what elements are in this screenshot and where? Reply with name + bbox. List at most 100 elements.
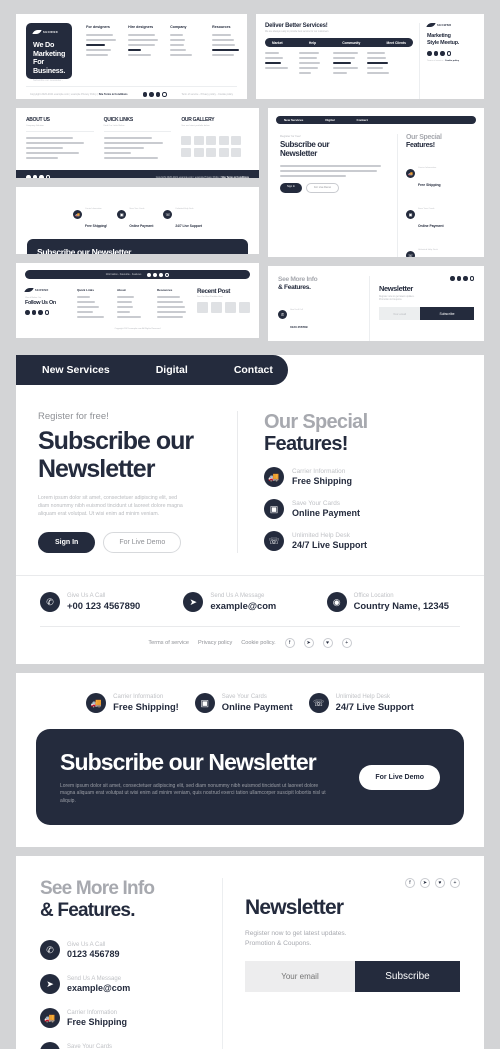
nav-item[interactable]: Digital <box>325 118 334 122</box>
main-nav-pill[interactable]: New Services Digital Contact <box>16 355 288 385</box>
thumbnail-mega-footer[interactable]: SEOWND We Do Marketing For Business. Subs… <box>16 14 247 99</box>
gallery-thumb[interactable] <box>181 147 192 157</box>
gallery-thumb[interactable] <box>218 136 229 145</box>
th3-body: ABOUT US Company Solution QUICK LINKS Fi… <box>16 108 259 162</box>
social-dots[interactable] <box>147 272 170 277</box>
telegram-icon[interactable] <box>32 175 37 178</box>
footer-right: Term of service - Privacy policy - Cooki… <box>181 92 233 96</box>
nav-item[interactable]: Help <box>309 41 316 45</box>
nav-item-new-services[interactable]: New Services <box>42 364 110 376</box>
cookie-link[interactable]: Cookie policy. <box>241 640 275 646</box>
subscribe-button[interactable]: Subscribe <box>355 961 460 993</box>
nav-pill[interactable]: New Services Digital Contact <box>276 116 476 124</box>
thumbnail-follow-us[interactable]: Information - Favourite - Features SEOWN… <box>16 263 259 338</box>
nav-item[interactable]: New Services <box>284 118 303 122</box>
post-thumb[interactable] <box>211 302 222 313</box>
plus-icon[interactable] <box>44 310 49 315</box>
headset-icon: ☏ <box>308 693 329 713</box>
heart-icon[interactable] <box>159 272 164 277</box>
nav-item[interactable]: Contact <box>357 118 368 122</box>
thumbnail-newsletter-page[interactable]: New Services Digital Contact Register fo… <box>268 108 484 257</box>
terms-link[interactable]: Terms of service <box>148 640 189 646</box>
nav-item[interactable]: Community <box>342 41 360 45</box>
column-sub: Find Our Links Below <box>103 125 172 132</box>
gallery-thumb[interactable] <box>206 136 217 145</box>
social-dots[interactable] <box>379 276 474 281</box>
nav-item[interactable]: Meet Clients <box>387 41 406 45</box>
facebook-icon[interactable] <box>450 276 455 281</box>
gallery-thumb[interactable] <box>193 136 204 145</box>
gallery-thumb[interactable] <box>193 147 204 157</box>
facebook-icon[interactable]: f <box>405 878 415 889</box>
thumb2-foot: Terms of service - Cookie policy <box>427 59 460 62</box>
links-column: About <box>117 288 149 321</box>
feature-item: ▣ Save Your Cards Online Payment <box>406 196 472 232</box>
contact-item: ✆ Give Us A Call 0123 456789 <box>278 297 324 333</box>
feature-item-payment: ▣ Save Your Cards Online Payment <box>40 1042 133 1049</box>
nav-item-contact[interactable]: Contact <box>234 364 273 376</box>
social-dots[interactable] <box>427 51 476 56</box>
heart-icon[interactable] <box>440 51 445 56</box>
plus-icon[interactable] <box>469 276 474 281</box>
thumbnail-about-links[interactable]: ABOUT US Company Solution QUICK LINKS Fi… <box>16 108 259 178</box>
post-thumb[interactable] <box>197 302 208 313</box>
thumb2-nav[interactable]: Market Help Community Meet Clients <box>265 38 413 47</box>
privacy-link[interactable]: Privacy policy <box>198 640 232 646</box>
heart-icon[interactable]: ♥ <box>435 878 445 889</box>
thumbnail-deliver-services[interactable]: Deliver Better Services! We are always r… <box>256 14 484 99</box>
plus-icon[interactable] <box>165 272 170 277</box>
plus-icon[interactable] <box>162 92 167 97</box>
subscribe-button[interactable]: Subscribe <box>420 307 474 321</box>
email-input[interactable]: Your email <box>379 307 420 321</box>
gallery-thumb[interactable] <box>231 136 242 145</box>
heart-icon[interactable] <box>155 92 160 97</box>
sign-in-button[interactable]: Sign In <box>280 182 303 193</box>
truck-icon: 🚚 <box>40 1008 60 1029</box>
email-input[interactable] <box>245 961 355 993</box>
post-thumb[interactable] <box>239 302 250 313</box>
headset-icon: ☏ <box>264 531 284 551</box>
social-dots[interactable] <box>25 310 69 315</box>
live-demo-button[interactable]: For Live Demo <box>103 532 182 553</box>
gallery-thumb[interactable] <box>231 147 242 157</box>
heart-icon[interactable] <box>463 276 468 281</box>
heart-icon[interactable] <box>39 175 44 178</box>
telegram-icon[interactable] <box>31 310 36 315</box>
gallery-thumb[interactable] <box>181 136 192 145</box>
heart-icon[interactable] <box>38 310 43 315</box>
recent-thumbs <box>197 302 250 313</box>
social-dots[interactable] <box>26 175 50 178</box>
telegram-icon[interactable] <box>456 276 461 281</box>
plus-icon[interactable] <box>45 175 50 178</box>
telegram-icon[interactable] <box>433 51 438 56</box>
link-column: For designers <box>86 25 117 79</box>
nav-item[interactable]: Market <box>272 41 283 45</box>
social-dots[interactable] <box>142 92 167 97</box>
social-row[interactable]: f ➤ ♥ + <box>245 878 460 889</box>
nav-item-digital[interactable]: Digital <box>156 364 188 376</box>
plus-icon[interactable]: + <box>341 638 352 648</box>
telegram-icon[interactable] <box>149 92 154 97</box>
facebook-icon[interactable] <box>26 175 31 178</box>
facebook-icon[interactable] <box>25 310 30 315</box>
plus-icon[interactable] <box>446 51 451 56</box>
feature-item: 🚚 Carrier Information Free Shipping! <box>86 693 179 713</box>
live-demo-button[interactable]: For Live Demo <box>306 182 340 193</box>
thumbnail-subscribe-band[interactable]: 🚚 Carrier Information Free Shipping! ▣ Sa… <box>16 187 259 254</box>
heart-icon[interactable]: ♥ <box>322 638 333 648</box>
gallery-thumb[interactable] <box>218 147 229 157</box>
post-thumb[interactable] <box>225 302 236 313</box>
gallery-thumb[interactable] <box>206 147 217 157</box>
telegram-icon[interactable] <box>153 272 158 277</box>
telegram-icon[interactable]: ➤ <box>303 638 314 648</box>
facebook-icon[interactable] <box>147 272 152 277</box>
facebook-icon[interactable] <box>427 51 432 56</box>
sign-in-button[interactable]: Sign In <box>38 532 96 553</box>
plus-icon[interactable]: + <box>450 878 460 889</box>
facebook-icon[interactable]: f <box>284 638 295 648</box>
facebook-icon[interactable] <box>142 92 147 97</box>
telegram-icon[interactable]: ➤ <box>420 878 430 889</box>
thumbnail-see-more-info[interactable]: See More Info & Features. ✆ Give Us A Cal… <box>268 266 484 341</box>
special-features-block: Our Special Features! 🚚 Carrier Informati… <box>238 411 462 553</box>
live-demo-button[interactable]: For Live Demo <box>359 764 440 790</box>
